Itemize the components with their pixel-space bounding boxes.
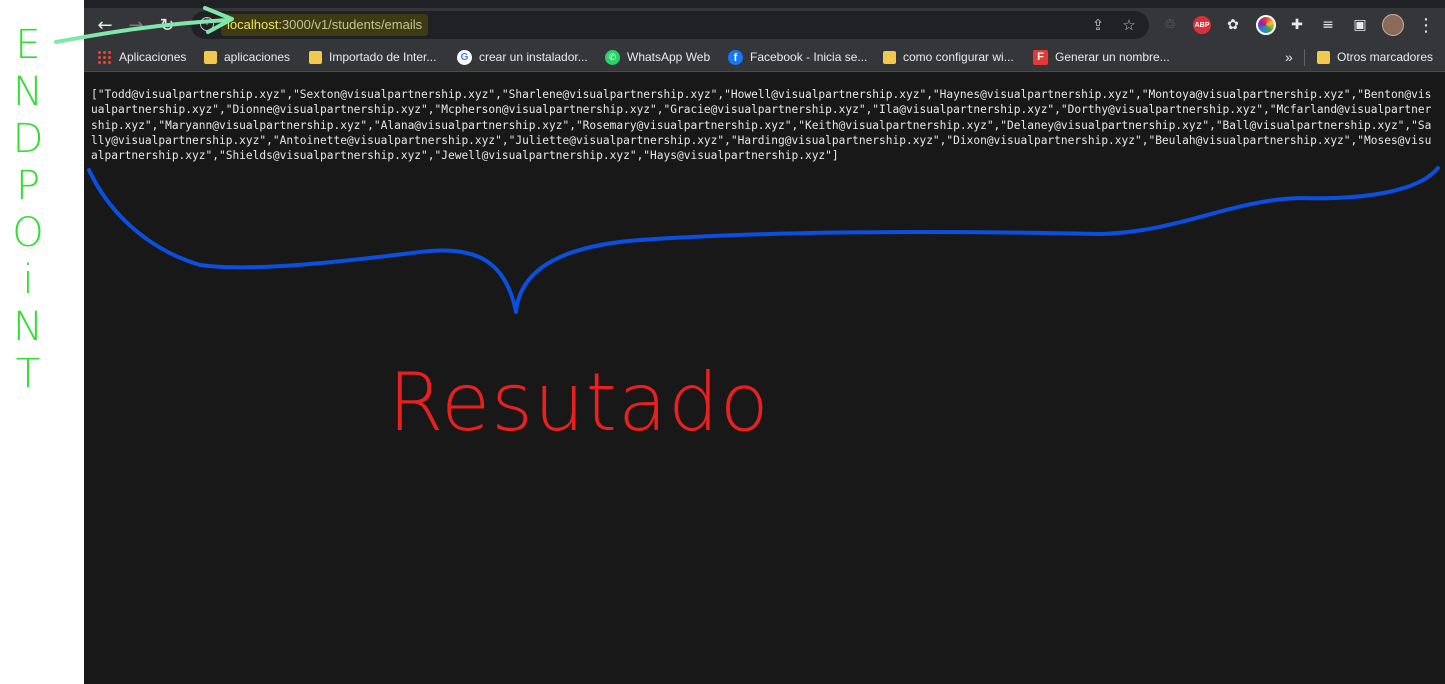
bookmark-star-icon[interactable]: ☆ <box>1119 15 1139 35</box>
color-wheel <box>1256 15 1276 35</box>
folder-icon <box>309 50 322 64</box>
bookmark-label: crear un instalador... <box>479 50 588 64</box>
apps-grid-icon <box>97 49 112 65</box>
flipboard-icon: F <box>1033 49 1048 65</box>
bookmark-folder-aplicaciones[interactable]: aplicaciones <box>204 43 290 71</box>
bookmark-label: como configurar wi... <box>903 50 1014 64</box>
media-icon[interactable]: ≡ <box>1317 14 1339 36</box>
whatsapp-icon: ✆ <box>605 49 620 65</box>
menu-icon[interactable]: ⋮ <box>1415 14 1437 36</box>
bookmark-folder-configurar[interactable]: como configurar wi... <box>883 43 1014 71</box>
folder-icon <box>204 50 217 64</box>
bookmark-otros-marcadores[interactable]: Otros marcadores <box>1317 43 1433 71</box>
address-bar[interactable]: i localhost:3000/v1/students/emails ⇪ ☆ <box>191 11 1149 39</box>
bookmarks-divider <box>1304 49 1305 66</box>
folder-icon <box>883 50 896 64</box>
bookmark-label: Otros marcadores <box>1337 50 1434 64</box>
folder-icon <box>1317 50 1330 64</box>
bookmark-whatsapp[interactable]: ✆ WhatsApp Web <box>605 43 710 71</box>
page-content: ["Todd@visualpartnership.xyz","Sexton@vi… <box>84 72 1445 684</box>
sidepanel-icon[interactable]: ▣ <box>1349 14 1371 36</box>
site-info-icon[interactable]: i <box>200 17 214 31</box>
browser-window: ← → ↻ i localhost:3000/v1/students/email… <box>84 0 1445 684</box>
openai-icon[interactable]: ✿ <box>1222 14 1244 36</box>
profile-avatar[interactable] <box>1382 14 1404 36</box>
facebook-icon: f <box>728 49 743 65</box>
google-icon: G <box>457 49 472 65</box>
color-picker-icon[interactable] <box>1255 14 1277 36</box>
bookmark-label: Generar un nombre... <box>1055 50 1170 64</box>
bookmark-label: Facebook - Inicia se... <box>750 50 868 64</box>
reload-icon[interactable]: ↻ <box>154 12 180 38</box>
puzzle-icon[interactable]: ✚ <box>1286 14 1308 36</box>
recycle-icon[interactable]: ♲ <box>1159 14 1181 36</box>
adblock-icon[interactable]: ABP <box>1191 14 1213 36</box>
bookmark-crear-instalador[interactable]: G crear un instalador... <box>457 43 588 71</box>
share-icon[interactable]: ⇪ <box>1088 15 1108 35</box>
bookmark-label: Aplicaciones <box>119 50 187 64</box>
browser-toolbar: ← → ↻ i localhost:3000/v1/students/email… <box>84 0 1445 43</box>
forward-icon[interactable]: → <box>123 12 149 38</box>
avatar <box>1382 14 1404 36</box>
bookmark-label: WhatsApp Web <box>627 50 711 64</box>
url-host: localhost <box>227 17 279 32</box>
annotation-margin <box>0 0 84 684</box>
bookmark-facebook[interactable]: f Facebook - Inicia se... <box>728 43 867 71</box>
url-path: :3000/v1/students/emails <box>278 17 423 32</box>
bookmark-label: Importado de Inter... <box>329 50 437 64</box>
bookmark-aplicaciones-apps[interactable]: Aplicaciones <box>97 43 186 71</box>
url-text[interactable]: localhost:3000/v1/students/emails <box>221 14 429 36</box>
json-response-text: ["Todd@visualpartnership.xyz","Sexton@vi… <box>91 88 1432 163</box>
back-icon[interactable]: ← <box>92 12 118 38</box>
bookmark-folder-importado[interactable]: Importado de Inter... <box>309 43 436 71</box>
bookmark-label: aplicaciones <box>224 50 291 64</box>
bookmarks-overflow-button[interactable]: » <box>1285 43 1293 71</box>
bookmark-generar-nombre[interactable]: F Generar un nombre... <box>1033 43 1170 71</box>
bookmarks-bar: Aplicaciones aplicaciones Importado de I… <box>84 43 1445 72</box>
